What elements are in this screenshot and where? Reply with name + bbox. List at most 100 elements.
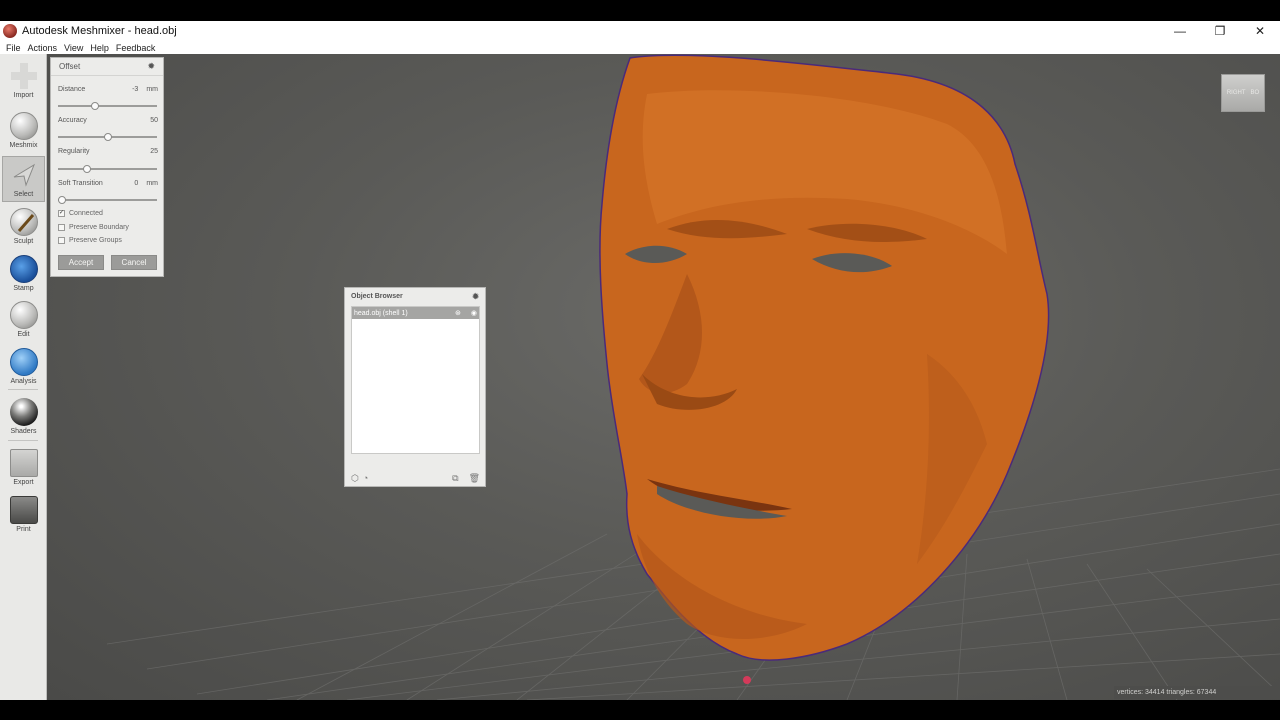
meshmix-tool-button[interactable]: Meshmix <box>2 108 45 154</box>
combine-cube-icon[interactable]: ⬡ <box>351 473 359 484</box>
minimize-button[interactable]: — <box>1160 21 1200 41</box>
regularity-label: Regularity <box>58 148 90 155</box>
top-letterbox <box>0 0 1280 21</box>
preserve-boundary-checkbox-box[interactable] <box>58 224 65 231</box>
duplicate-icon[interactable]: ⧉ <box>452 473 458 484</box>
distance-unit: mm <box>146 86 158 93</box>
toolbar-divider <box>8 389 38 390</box>
analysis-label: Analysis <box>10 378 37 385</box>
import-label: Import <box>13 92 34 99</box>
soft-transition-row: Soft Transition 0 mm <box>58 180 158 187</box>
sculpt-tool-button[interactable]: Sculpt <box>2 204 45 250</box>
distance-value[interactable]: -3 <box>132 86 138 93</box>
plus-icon <box>9 62 38 90</box>
menu-help[interactable]: Help <box>90 43 109 53</box>
list-item[interactable]: head.obj (shell 1) ⊛ ◉ <box>352 307 479 319</box>
lock-icon[interactable]: ⊛ <box>455 309 461 317</box>
meshmix-label: Meshmix <box>9 142 38 149</box>
menu-view[interactable]: View <box>64 43 83 53</box>
pivot-marker[interactable] <box>743 676 751 684</box>
accuracy-label: Accuracy <box>58 117 87 124</box>
printer-icon <box>9 496 38 524</box>
print-tool-button[interactable]: Print <box>2 492 45 538</box>
panel-settings-icon[interactable]: ✹ <box>147 61 155 72</box>
accuracy-row: Accuracy 50 <box>58 117 158 124</box>
regularity-row: Regularity 25 <box>58 148 158 155</box>
object-browser-title: Object Browser <box>351 292 403 300</box>
trash-icon[interactable]: 🗑 <box>469 473 480 484</box>
shaders-tool-button[interactable]: Shaders <box>2 394 45 440</box>
export-tool-button[interactable]: Export <box>2 445 45 491</box>
bottom-letterbox <box>0 700 1280 720</box>
close-button[interactable]: ✕ <box>1240 21 1280 41</box>
soft-transition-unit: mm <box>146 180 158 187</box>
accept-button[interactable]: Accept <box>58 255 104 270</box>
offset-panel-title: Offset <box>59 62 81 71</box>
object-browser-panel: Object Browser ✹ head.obj (shell 1) ⊛ ◉ … <box>344 287 486 487</box>
distance-label: Distance <box>58 86 86 93</box>
connected-checkbox[interactable]: ✓ Connected <box>58 210 103 217</box>
stamp-icon <box>9 255 38 283</box>
title-bar: Autodesk Meshmixer - head.obj — ❐ ✕ <box>0 21 1280 41</box>
soft-transition-slider[interactable] <box>58 196 157 204</box>
connected-checkbox-box[interactable]: ✓ <box>58 210 65 217</box>
regularity-slider-knob[interactable] <box>82 165 91 173</box>
regularity-slider[interactable] <box>58 165 157 173</box>
window-title: Autodesk Meshmixer - head.obj <box>22 25 177 37</box>
preserve-groups-checkbox-box[interactable] <box>58 237 65 244</box>
head-mesh[interactable] <box>599 54 1050 661</box>
preserve-boundary-label: Preserve Boundary <box>69 224 129 231</box>
shader-ball-icon <box>9 398 38 426</box>
offset-panel: Offset ✹ Distance -3 mm Accuracy 50 Regul… <box>50 57 164 277</box>
accuracy-slider[interactable] <box>58 133 157 141</box>
shaders-label: Shaders <box>10 428 37 435</box>
soft-transition-value[interactable]: 0 <box>134 180 138 187</box>
distance-slider-knob[interactable] <box>90 102 99 110</box>
export-label: Export <box>13 479 34 486</box>
edit-tool-button[interactable]: Edit <box>2 297 45 343</box>
separate-icon[interactable]: ◔ <box>363 473 368 484</box>
view-cube[interactable]: RIGHT BO <box>1221 74 1265 112</box>
restore-button[interactable]: ❐ <box>1200 21 1240 41</box>
edit-sphere-icon <box>9 301 38 329</box>
accuracy-slider-knob[interactable] <box>103 133 112 141</box>
select-tool-button[interactable]: Select <box>2 156 45 202</box>
select-arrow-icon <box>10 161 38 189</box>
menu-actions[interactable]: Actions <box>28 43 58 53</box>
select-label: Select <box>13 191 34 198</box>
viewcube-bottom-face[interactable]: BO <box>1251 90 1260 96</box>
edit-label: Edit <box>17 331 30 338</box>
import-tool-button[interactable]: Import <box>2 58 45 104</box>
ground-grid <box>106 54 1280 700</box>
soft-transition-slider-knob[interactable] <box>58 196 66 204</box>
viewcube-right-face[interactable]: RIGHT <box>1227 90 1246 96</box>
soft-transition-label: Soft Transition <box>58 180 103 187</box>
menu-bar: File Actions View Help Feedback <box>0 41 1280 54</box>
object-list: head.obj (shell 1) ⊛ ◉ <box>351 306 480 454</box>
distance-row: Distance -3 mm <box>58 86 158 93</box>
stamp-tool-button[interactable]: Stamp <box>2 251 45 297</box>
tool-sidebar: Import Meshmix Select Sculpt Stamp Edit <box>0 54 47 700</box>
regularity-value[interactable]: 25 <box>150 148 158 155</box>
sculpt-brush-icon <box>9 208 38 236</box>
stamp-label: Stamp <box>13 285 34 292</box>
object-browser-settings-icon[interactable]: ✹ <box>472 292 479 301</box>
print-label: Print <box>16 526 31 533</box>
preserve-boundary-checkbox[interactable]: Preserve Boundary <box>58 224 129 231</box>
3d-viewport[interactable]: RIGHT BO <box>47 54 1280 700</box>
object-name: head.obj (shell 1) <box>354 309 408 317</box>
sculpt-label: Sculpt <box>13 238 34 245</box>
analysis-tool-button[interactable]: Analysis <box>2 344 45 390</box>
accuracy-value[interactable]: 50 <box>150 117 158 124</box>
preserve-groups-checkbox[interactable]: Preserve Groups <box>58 237 122 244</box>
preserve-groups-label: Preserve Groups <box>69 237 122 244</box>
distance-slider[interactable] <box>58 102 157 110</box>
visibility-eye-icon[interactable]: ◉ <box>471 309 477 317</box>
menu-file[interactable]: File <box>6 43 21 53</box>
cancel-button[interactable]: Cancel <box>111 255 157 270</box>
analysis-mesh-icon <box>9 348 38 376</box>
connected-label: Connected <box>69 210 103 217</box>
meshmix-sphere-icon <box>9 112 38 140</box>
menu-feedback[interactable]: Feedback <box>116 43 156 53</box>
meshmixer-logo-icon <box>3 24 17 38</box>
